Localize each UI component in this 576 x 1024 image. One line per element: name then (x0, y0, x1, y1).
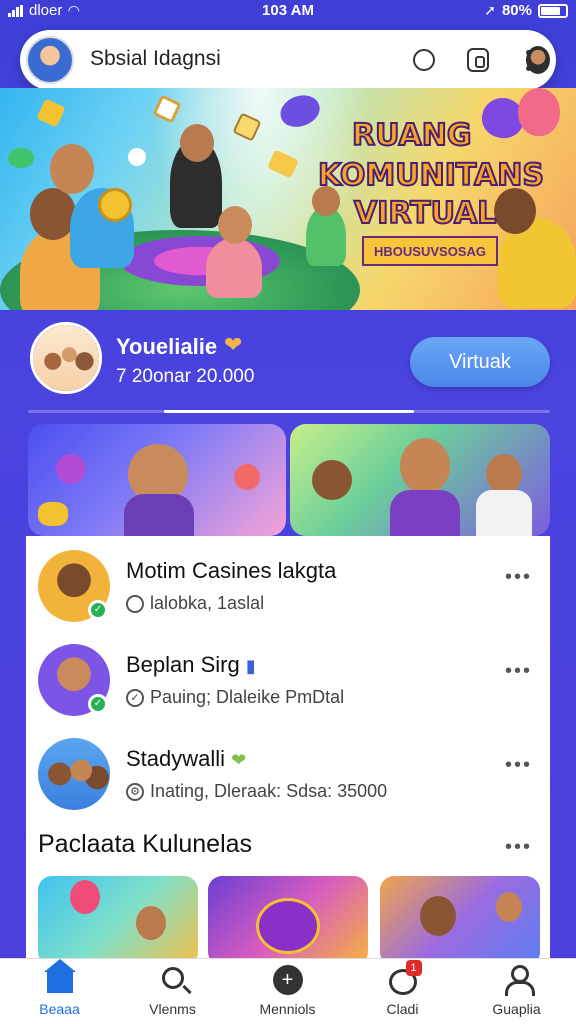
tab-indicator (28, 410, 550, 413)
more-options-icon[interactable]: ••• (505, 566, 532, 589)
plus-icon: + (272, 965, 303, 995)
nav-label: Guaplia (492, 1001, 541, 1017)
thumbnail-card[interactable] (208, 876, 368, 966)
thumbnail-card[interactable] (38, 876, 198, 966)
thumbnail-card[interactable] (380, 876, 540, 966)
message-icon[interactable] (464, 46, 492, 74)
profile-name: Youelialie (116, 334, 218, 359)
more-options-icon[interactable]: ••• (505, 660, 532, 683)
battery-icon (538, 3, 568, 18)
hero-title-line1: RUANG (351, 117, 472, 154)
bottom-nav: Beaaa Vlenms + Menniols 1 Cladi Guaplia (0, 958, 576, 1024)
verified-badge: ✓ (88, 694, 108, 714)
small-avatar[interactable] (524, 46, 552, 74)
nav-label: Beaaa (39, 1001, 80, 1017)
location-icon: ➚ (484, 2, 496, 18)
list-item-title: Motim Casines lakgta (126, 558, 337, 583)
nav-chat[interactable]: 1 Cladi (345, 959, 460, 1024)
list-item-title: Beplan Sirg ▮ (126, 652, 256, 677)
featured-card-1[interactable] (28, 424, 286, 536)
nav-create[interactable]: + Menniols (230, 959, 345, 1024)
featured-cards (28, 424, 550, 536)
virtual-button[interactable]: Virtuak (410, 337, 550, 387)
hero-title-line2: KOMUNITANS (317, 157, 545, 194)
nav-home[interactable]: Beaaa (2, 959, 117, 1024)
verified-badge: ✓ (88, 600, 108, 620)
list-item[interactable]: Stadywalli ❤ ⚙ Inating, Dleraak: Sdsa: 35… (26, 724, 550, 814)
search-icon (161, 967, 184, 989)
nav-label: Menniols (259, 1001, 316, 1017)
hero-ribbon: HBOUSUVSOSAG (362, 236, 498, 266)
home-icon (43, 959, 76, 993)
list-item-subtitle: lalobka, 1aslal (126, 593, 264, 614)
notification-badge: 1 (405, 960, 422, 976)
timer-icon[interactable] (410, 46, 438, 74)
phone-icon: ▮ (245, 656, 256, 676)
nav-profile[interactable]: Guaplia (459, 959, 574, 1024)
settings-icon: ⚙ (126, 782, 144, 801)
user-icon (503, 965, 535, 996)
list-item-subtitle: ✓ Pauing; Dlaleike PmDtal (126, 687, 344, 708)
search-bar-title: Sbsial Idagnsi (90, 47, 221, 70)
search-bar[interactable]: Sbsial Idagnsi (20, 30, 556, 90)
hero-title-line3: VIRTUAL (353, 195, 497, 232)
heart-icon: ❤ (231, 750, 247, 770)
profile-meta: 7 20onar 20.000 (116, 366, 255, 387)
list-item-avatar (38, 738, 110, 810)
battery-percent: 80% (501, 2, 532, 19)
section-thumbnails (38, 876, 542, 966)
list-item[interactable]: ✓ Motim Casines lakgta lalobka, 1aslal •… (26, 536, 550, 626)
profile-avatar[interactable] (26, 36, 74, 84)
section-title: Paclaata Kulunelas (38, 830, 253, 858)
more-options-icon[interactable]: ••• (505, 754, 532, 777)
featured-card-2[interactable] (290, 424, 550, 536)
section-more-icon[interactable]: ••• (505, 836, 532, 859)
heart-icon: ❤ (224, 332, 243, 357)
nav-label: Cladi (386, 1001, 419, 1017)
list-item-subtitle: ⚙ Inating, Dleraak: Sdsa: 35000 (126, 781, 387, 802)
nav-search[interactable]: Vlenms (115, 959, 230, 1024)
check-icon: ✓ (126, 688, 144, 707)
chat-icon: 1 (388, 960, 422, 995)
list-item-title: Stadywalli ❤ (126, 746, 247, 771)
profile-summary: Youelialie ❤ 7 20onar 20.000 Virtuak (0, 310, 576, 410)
nav-label: Vlenms (149, 1001, 196, 1017)
list-item[interactable]: ✓ Beplan Sirg ▮ ✓ Pauing; Dlaleike PmDtal… (26, 630, 550, 720)
status-bar: dloer ◠ 103 AM ➚ 80% (0, 0, 576, 22)
group-avatar[interactable] (30, 322, 102, 394)
clock-icon (126, 594, 144, 613)
community-list: ✓ Motim Casines lakgta lalobka, 1aslal •… (26, 536, 550, 966)
hero-banner[interactable]: RUANG KOMUNITANS VIRTUAL HBOUSUVSOSAG (0, 88, 576, 310)
status-right: ➚ 80% (484, 2, 568, 19)
